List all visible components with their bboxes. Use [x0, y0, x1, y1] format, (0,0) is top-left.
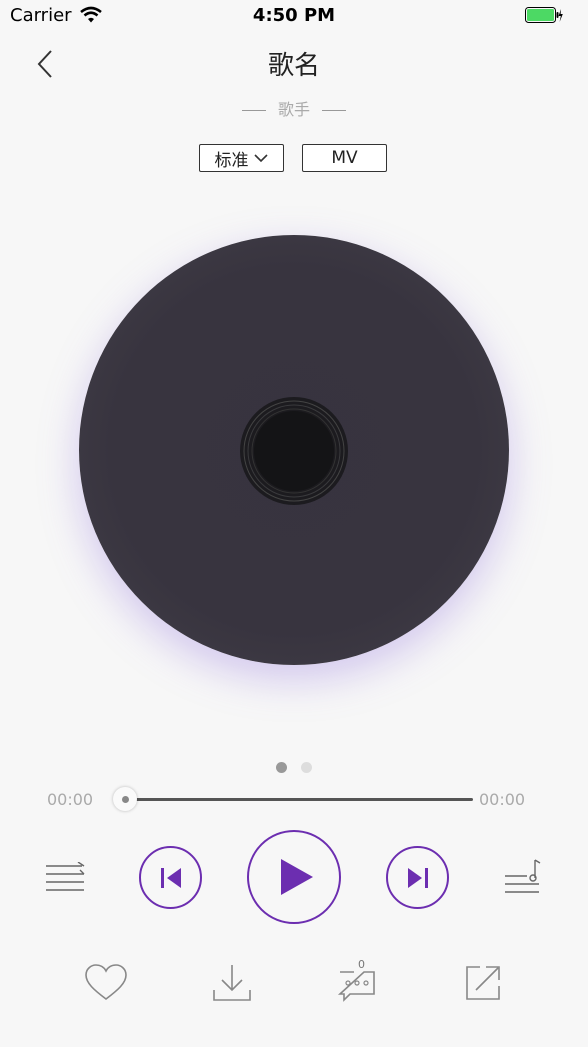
mv-button[interactable]: MV [302, 144, 387, 172]
download-icon[interactable] [210, 962, 254, 1004]
share-icon[interactable] [462, 962, 506, 1004]
previous-icon [160, 867, 181, 888]
song-title: 歌名 [267, 51, 320, 81]
quality-dropdown[interactable]: 标准 [199, 144, 284, 172]
divider [322, 110, 346, 111]
artist-name: 歌手 [277, 100, 310, 119]
progress-track[interactable] [125, 798, 473, 801]
heart-icon[interactable] [84, 962, 128, 1004]
mv-label: MV [331, 148, 358, 168]
lyrics-icon[interactable] [503, 858, 543, 896]
chevron-down-icon [253, 154, 268, 163]
comment-count: 0 [358, 958, 365, 971]
artist-line: 歌手 [0, 96, 588, 120]
divider [241, 110, 266, 111]
page-dot-active[interactable] [276, 762, 287, 773]
page-dot[interactable] [301, 762, 312, 773]
playlist-icon[interactable] [46, 862, 88, 892]
disc-center [240, 397, 348, 505]
play-button[interactable] [247, 830, 341, 924]
play-icon [281, 859, 313, 895]
next-icon [407, 867, 428, 888]
quality-label: 标准 [214, 150, 249, 171]
previous-button[interactable] [139, 846, 202, 909]
clock: 4:50 PM [252, 5, 336, 26]
status-bar: Carrier 4:50 PM [0, 0, 588, 32]
progress-thumb[interactable] [113, 787, 137, 811]
battery-icon [525, 7, 563, 23]
total-time: 00:00 [479, 790, 526, 809]
current-time: 00:00 [47, 790, 94, 809]
next-button[interactable] [386, 846, 449, 909]
